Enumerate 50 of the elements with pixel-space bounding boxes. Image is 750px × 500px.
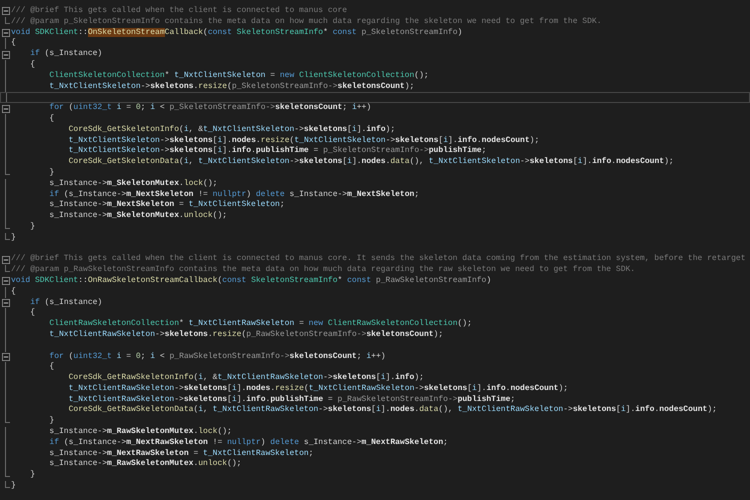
code-line: t_NxtClientRawSkeleton->skeletons[i].info.publishTime = p_RawSkeletonStreamInfo->publishTime; xyxy=(68,394,516,405)
collapse-icon[interactable] xyxy=(2,256,10,264)
code-line: s_Instance->m_SkeletonMutex.unlock(); xyxy=(48,211,228,222)
code-line: /// @param p_SkeletonStreamInfo contains the meta data on how much data regarding the skeleton we need to get from the SDK. xyxy=(11,16,602,28)
code-line: /// @brief This gets called when the client is connected to manus core xyxy=(11,6,348,17)
code-line: { xyxy=(29,308,36,320)
collapse-icon[interactable] xyxy=(2,50,10,59)
code-line: /// @brief This gets called when the client is connected to manus core. It sends the skeleton data coming from the estimation system, before the retarget xyxy=(11,254,746,265)
code-line: s_Instance->m_NextSkeleton = t_NxtClientSkeleton; xyxy=(48,200,285,211)
code-line: { xyxy=(11,286,16,298)
collapse-icon[interactable] xyxy=(2,298,10,307)
code-line: { xyxy=(48,362,54,374)
code-line: CoreSdk_GetRawSkeletonInfo(i, &t_NxtClientRawSkeleton->skeletons[i].info); xyxy=(68,373,424,384)
code-line: CoreSdk_GetSkeletonData(i, t_NxtClientSkeleton->skeletons[i].nodes.data(), t_NxtClientSkeleton->skeletons[i].info.nodesCount); xyxy=(68,157,674,168)
collapse-icon[interactable] xyxy=(2,352,10,361)
code-line: for (uint32_t i = 0; i < p_RawSkeletonStreamInfo->skeletonsCount; i++) xyxy=(48,352,386,362)
code-line: } xyxy=(11,232,16,244)
code-line: if (s_Instance) xyxy=(29,49,102,60)
code-line: /// @param p_RawSkeletonStreamInfo contains the meta data on how much data regarding the raw skeleton we need to get from the SDK. xyxy=(11,265,636,276)
code-line: } xyxy=(48,168,54,179)
code-line: if (s_Instance->m_NextSkeleton != nullptr) delete s_Instance->m_NextSkeleton; xyxy=(48,190,420,200)
code-line: void SDKClient::OnRawSkeletonStreamCallback(const SkeletonStreamInfo* const p_RawSkeletonStreamInfo) xyxy=(11,276,492,287)
code-line: void SDKClient::OnSkeletonStreamCallback(const SkeletonStreamInfo* const p_SkeletonStreamInfo) xyxy=(11,28,462,38)
code-line: CoreSdk_GetSkeletonInfo(i, &t_NxtClientSkeleton->skeletons[i].info); xyxy=(68,124,396,136)
code-line: } xyxy=(48,416,54,428)
collapse-icon[interactable] xyxy=(2,28,10,37)
code-line: ClientSkeletonCollection* t_NxtClientSkeleton = new ClientSkeletonCollection(); xyxy=(48,70,429,82)
code-line: t_NxtClientSkeleton->skeletons.resize(p_SkeletonStreamInfo->skeletonsCount); xyxy=(48,82,414,92)
code-line: s_Instance->m_RawSkeletonMutex.lock(); xyxy=(48,427,232,438)
code-line: if (s_Instance->m_NextRawSkeleton != nullptr) delete s_Instance->m_NextRawSkeleton; xyxy=(48,438,448,449)
code-line: { xyxy=(29,60,36,71)
code-line: { xyxy=(11,38,16,50)
code-line: CoreSdk_GetRawSkeletonData(i, t_NxtClientRawSkeleton->skeletons[i].nodes.data(), t_NxtClientRawSkeleton->skeletons[i].info.nodesCount); xyxy=(68,405,717,416)
collapse-icon[interactable] xyxy=(2,104,10,113)
code-line: } xyxy=(29,222,36,233)
code-line: } xyxy=(11,481,16,492)
code-line: for (uint32_t i = 0; i < p_SkeletonStreamInfo->skeletonsCount; i++) xyxy=(48,103,372,114)
code-line: t_NxtClientRawSkeleton->skeletons.resize(p_RawSkeletonStreamInfo->skeletonsCount); xyxy=(48,330,444,341)
code-line: t_NxtClientRawSkeleton->skeletons[i].nodes.resize(t_NxtClientRawSkeleton->skeletons[i].info.nodesCount); xyxy=(68,384,568,395)
code-line: t_NxtClientSkeleton->skeletons[i].info.publishTime = p_SkeletonStreamInfo->publishTime; xyxy=(68,146,486,157)
code-line: s_Instance->m_RawSkeletonMutex.unlock(); xyxy=(48,459,242,470)
collapse-icon[interactable] xyxy=(2,7,10,16)
code-line: { xyxy=(48,114,54,125)
code-line: } xyxy=(29,470,36,482)
code-line: t_NxtClientSkeleton->skeletons[i].nodes.resize(t_NxtClientSkeleton->skeletons[i].info.nodesCount); xyxy=(68,136,540,146)
code-line: if (s_Instance) xyxy=(29,298,102,308)
code-line: s_Instance->m_NextRawSkeleton = t_NxtClientRawSkeleton; xyxy=(48,448,314,459)
collapse-icon[interactable] xyxy=(2,277,10,286)
code-line: ClientRawSkeletonCollection* t_NxtClientRawSkeleton = new ClientRawSkeletonCollection(); xyxy=(48,319,472,330)
code-line: s_Instance->m_SkeletonMutex.lock(); xyxy=(48,178,218,190)
